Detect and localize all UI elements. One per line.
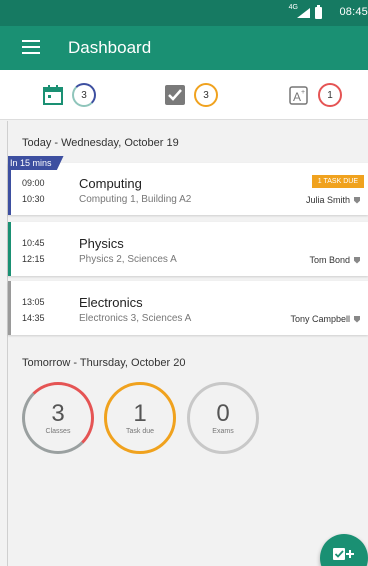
stat-label: Task due: [125, 427, 155, 435]
class-card-electronics[interactable]: 13:05 14:35 Electronics Electronics 3, S…: [8, 281, 368, 335]
class-start-time: 09:00: [22, 178, 45, 188]
class-teacher: Tony Campbell: [290, 314, 360, 324]
class-start-time: 10:45: [22, 238, 45, 248]
class-end-time: 10:30: [22, 194, 45, 204]
clock: 08:45: [339, 6, 368, 18]
classes-summary[interactable]: 3: [42, 81, 96, 109]
teacher-icon: [354, 256, 360, 264]
svg-text:A: A: [293, 90, 301, 104]
teacher-icon: [354, 196, 360, 204]
checkbox-icon: [165, 85, 185, 105]
class-teacher: Tom Bond: [309, 255, 360, 265]
teacher-name: Tony Campbell: [290, 314, 350, 324]
class-end-time: 14:35: [22, 313, 45, 323]
class-subject: Physics: [79, 236, 124, 251]
exams-summary[interactable]: A + 1: [288, 81, 342, 109]
class-start-time: 13:05: [22, 297, 45, 307]
exams-count: 1: [318, 83, 342, 107]
teacher-name: Tom Bond: [309, 255, 350, 265]
calendar-icon: [43, 85, 63, 105]
class-color-stripe: [8, 163, 11, 215]
tasks-count: 3: [194, 83, 218, 107]
page-title: Dashboard: [68, 38, 152, 57]
add-task-button[interactable]: [320, 534, 368, 566]
next-class-badge: In 15 mins: [8, 156, 64, 170]
exam-grade-icon: A +: [289, 86, 308, 105]
tomorrow-heading: Tomorrow - Thursday, October 20: [22, 357, 186, 369]
class-color-stripe: [8, 281, 11, 335]
today-heading: Today - Wednesday, October 19: [22, 137, 179, 149]
class-end-time: 12:15: [22, 254, 45, 264]
tomorrow-classes-stat[interactable]: 3 Classes: [22, 382, 94, 454]
app-bar: Dashboard: [0, 26, 368, 70]
class-teacher: Julia Smith: [306, 195, 360, 205]
status-bar: 4G 08:45: [0, 0, 368, 26]
stat-label: Exams: [212, 427, 234, 435]
tasks-summary[interactable]: 3: [164, 81, 218, 109]
class-room: Physics 2, Sciences A: [79, 254, 177, 265]
add-task-icon: [333, 548, 354, 560]
stat-label: Classes: [45, 427, 71, 435]
teacher-name: Julia Smith: [305, 195, 350, 205]
summary-bar: 3 3 A + 1: [0, 70, 368, 120]
class-subject: Electronics: [79, 295, 143, 310]
class-card-computing[interactable]: 09:00 10:30 Computing Computing 1, Build…: [8, 163, 368, 215]
stat-value: 3: [51, 399, 65, 427]
tomorrow-exams-stat[interactable]: 0 Exams: [187, 382, 259, 454]
class-room: Computing 1, Building A2: [79, 194, 192, 205]
class-room: Electronics 3, Sciences A: [79, 313, 192, 324]
classes-count: 3: [72, 83, 96, 107]
teacher-icon: [354, 315, 360, 323]
svg-text:+: +: [301, 89, 305, 96]
battery-icon: [315, 5, 322, 19]
task-due-badge[interactable]: 1 TASK DUE: [311, 175, 364, 188]
menu-icon[interactable]: [22, 40, 40, 56]
class-subject: Computing: [79, 176, 142, 191]
class-color-stripe: [8, 222, 11, 276]
class-card-physics[interactable]: 10:45 12:15 Physics Physics 2, Sciences …: [8, 222, 368, 276]
stat-value: 0: [216, 399, 230, 427]
stat-value: 1: [133, 399, 147, 427]
tomorrow-tasks-stat[interactable]: 1 Task due: [104, 382, 176, 454]
signal-icon: [297, 8, 310, 18]
